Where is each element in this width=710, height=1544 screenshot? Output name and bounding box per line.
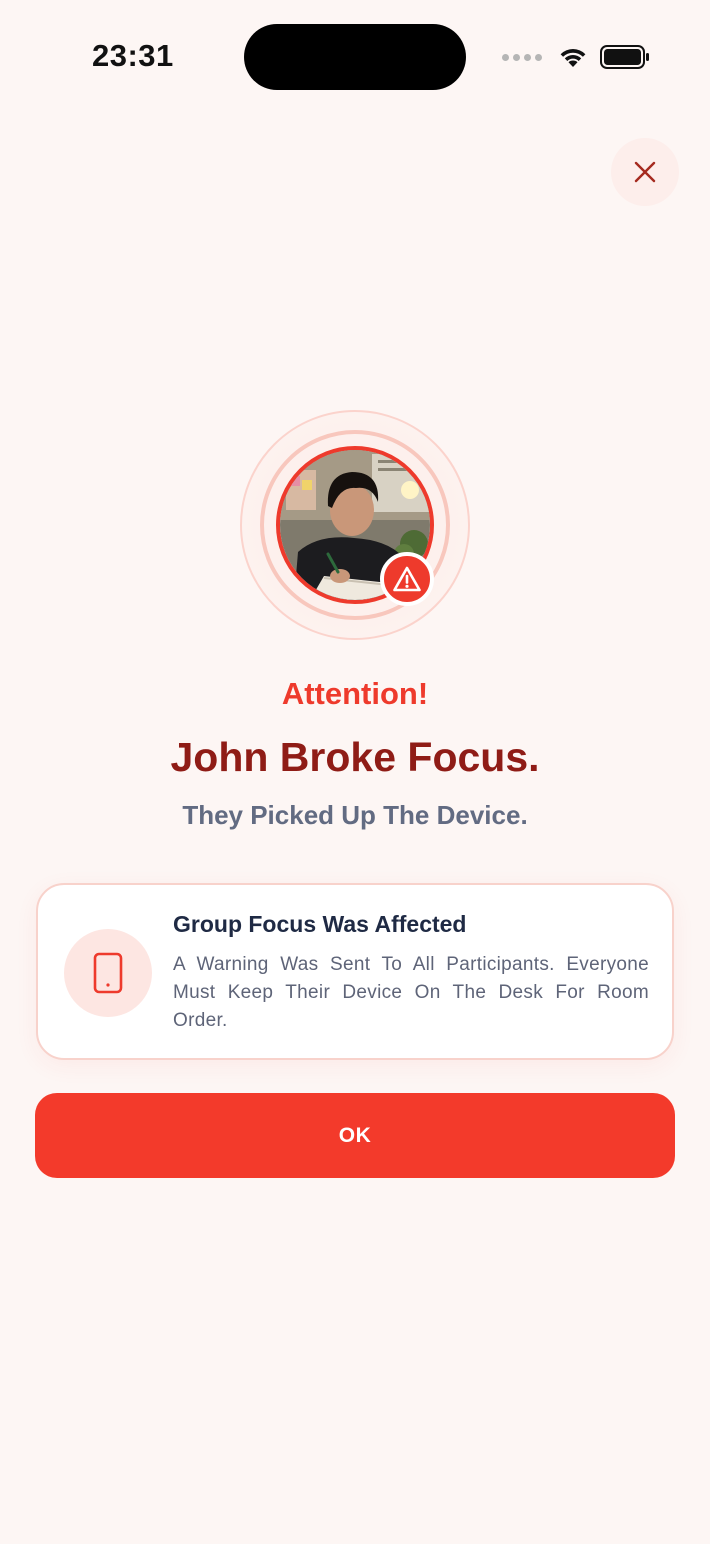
alert-screen: 23:31 Attention! John Broke Focus. They …: [0, 0, 710, 1544]
status-indicators: [502, 44, 650, 70]
dynamic-island: [244, 24, 466, 90]
card-title: Group Focus Was Affected: [173, 911, 467, 937]
tablet-icon: [93, 952, 123, 994]
device-icon-container: [64, 929, 152, 1017]
alert-headline: John Broke Focus.: [170, 734, 540, 780]
close-icon: [634, 161, 656, 183]
info-card: Group Focus Was Affected A Warning Was S…: [36, 883, 674, 1060]
wifi-icon: [560, 49, 586, 67]
card-description: A Warning Was Sent To All Participants. …: [173, 954, 649, 1031]
attention-label: Attention!: [281, 676, 429, 711]
ok-button[interactable]: OK: [35, 1093, 675, 1178]
status-time: 23:31: [92, 38, 174, 73]
battery-icon: [600, 45, 649, 69]
alert-badge: [380, 552, 434, 606]
close-button[interactable]: [611, 138, 679, 206]
alert-subline: They Picked Up The Device.: [182, 800, 528, 830]
warning-triangle-icon: [393, 566, 421, 592]
signal-icon: [502, 53, 542, 61]
